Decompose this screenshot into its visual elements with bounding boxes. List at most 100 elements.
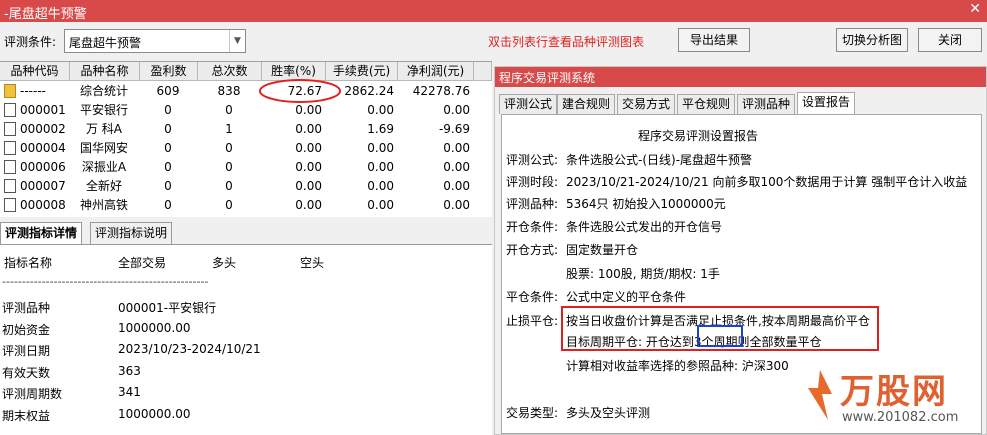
table-cell[interactable]: 万 科A [72, 120, 136, 139]
tab-formula[interactable]: 评测公式 [499, 94, 558, 114]
table-cell[interactable]: 0 [142, 101, 194, 120]
table-cell[interactable]: 838 [200, 82, 258, 101]
table-cell[interactable]: 0 [142, 177, 194, 196]
tab-symbols[interactable]: 评测品种 [737, 94, 796, 114]
result-table[interactable]: 品种代码 品种名称 盈利数 总次数 胜率(%) 手续费(元) 净利润(元) --… [0, 61, 492, 217]
column-header[interactable] [474, 62, 492, 81]
table-cell[interactable]: 国华网安 [72, 139, 136, 158]
metric-col-name: 指标名称 [4, 256, 53, 270]
table-cell[interactable]: 000002 [20, 120, 68, 139]
close-button[interactable]: 关闭 [918, 28, 982, 52]
logo-text: 万股网 [840, 372, 948, 412]
column-header[interactable]: 净利润(元) [398, 62, 474, 81]
table-cell[interactable]: 000004 [20, 139, 68, 158]
divider: ----------------------------------------… [2, 275, 209, 288]
highlight-blue-box [697, 325, 743, 347]
close-icon[interactable]: ✕ [969, 1, 981, 17]
table-cell[interactable]: 全新好 [72, 177, 136, 196]
report-text: 计算相对收益率选择的参照品种: 沪深300 [566, 359, 789, 373]
metric-name: 期末权益 [2, 408, 51, 423]
tab-close-rule[interactable]: 平仓规则 [677, 94, 736, 114]
table-cell[interactable]: 0 [142, 158, 194, 177]
table-cell[interactable]: 0.00 [264, 120, 322, 139]
metric-value: 363 [118, 363, 141, 378]
table-cell[interactable]: 神州高铁 [72, 196, 136, 215]
table-cell[interactable]: 0.00 [328, 158, 394, 177]
table-cell[interactable]: 0.00 [400, 196, 470, 215]
table-cell[interactable]: 0 [200, 101, 258, 120]
table-cell[interactable]: 平安银行 [72, 101, 136, 120]
report-label: 平仓条件: [506, 290, 559, 304]
column-header[interactable]: 总次数 [198, 62, 262, 81]
table-cell[interactable]: 0.00 [328, 196, 394, 215]
table-cell[interactable]: 0 [200, 196, 258, 215]
table-cell[interactable]: 1 [200, 120, 258, 139]
table-cell[interactable]: 0 [142, 139, 194, 158]
folder-icon [4, 84, 16, 98]
report-label: 交易类型: [506, 406, 559, 420]
metric-value: 1000000.00 [118, 320, 191, 335]
tab-metric-explain[interactable]: 评测指标说明 [90, 222, 173, 244]
tab-trade-mode[interactable]: 交易方式 [617, 94, 676, 114]
table-cell[interactable]: 0.00 [400, 158, 470, 177]
metric-value: 341 [118, 385, 141, 399]
metric-col-short: 空头 [300, 256, 325, 270]
report-label: 开仓方式: [506, 243, 559, 257]
document-icon [4, 122, 16, 136]
tab-report[interactable]: 设置报告 [797, 92, 856, 114]
table-cell[interactable]: ------ [20, 82, 68, 101]
report-text: 公式中定义的平仓条件 [566, 290, 687, 304]
table-cell[interactable]: 综合统计 [72, 82, 136, 101]
table-cell[interactable]: 0 [142, 196, 194, 215]
column-header[interactable]: 品种名称 [70, 62, 140, 81]
document-icon [4, 198, 16, 212]
tab-metric-detail[interactable]: 评测指标详情 [0, 222, 83, 244]
metric-name: 初始资金 [2, 322, 51, 337]
table-cell[interactable]: 0.00 [264, 158, 322, 177]
hint-text: 双击列表行查看品种评测图表 [488, 35, 645, 49]
report-label: 评测时段: [506, 175, 559, 189]
table-cell[interactable]: -9.69 [400, 120, 470, 139]
window-title: -尾盘超牛预警 [4, 7, 87, 22]
table-cell[interactable]: 000007 [20, 177, 68, 196]
table-cell[interactable]: 0 [200, 139, 258, 158]
document-icon [4, 160, 16, 174]
table-cell[interactable]: 0.00 [400, 101, 470, 120]
metric-name: 评测周期数 [2, 387, 63, 401]
dialog-title-bar: 程序交易评测系统 [495, 67, 986, 87]
table-cell[interactable]: 0 [200, 177, 258, 196]
table-cell[interactable]: 0.00 [264, 139, 322, 158]
table-cell[interactable]: 000006 [20, 158, 68, 177]
table-cell[interactable]: 609 [142, 82, 194, 101]
table-cell[interactable]: 0.00 [328, 139, 394, 158]
table-cell[interactable]: 0.00 [328, 177, 394, 196]
report-text: 条件选股公式发出的开仓信号 [566, 220, 723, 234]
condition-label: 评测条件: [4, 35, 57, 49]
chevron-down-icon[interactable]: ▼ [229, 30, 245, 52]
table-cell[interactable]: 42278.76 [400, 82, 470, 101]
table-cell[interactable]: 0 [142, 120, 194, 139]
table-cell[interactable]: 000008 [20, 196, 68, 215]
report-text: 2023/10/21-2024/10/21 向前多取100个数据用于计算 强制平… [566, 175, 968, 189]
logo-url: www.201082.com [842, 410, 959, 425]
report-label: 评测公式: [506, 153, 559, 167]
table-cell[interactable]: 0.00 [400, 177, 470, 196]
table-cell[interactable]: 0.00 [400, 139, 470, 158]
table-cell[interactable]: 0.00 [264, 177, 322, 196]
table-cell[interactable]: 1.69 [328, 120, 394, 139]
column-header[interactable]: 品种代码 [0, 62, 70, 81]
table-cell[interactable]: 000001 [20, 101, 68, 120]
table-cell[interactable]: 深振业A [72, 158, 136, 177]
metric-value: 000001-平安银行 [118, 301, 217, 315]
export-button[interactable]: 导出结果 [678, 28, 750, 52]
column-header[interactable]: 盈利数 [140, 62, 198, 81]
table-cell[interactable]: 0 [200, 158, 258, 177]
condition-value: 尾盘超牛预警 [69, 36, 142, 50]
logo-icon [808, 370, 832, 420]
metric-value: 2023/10/23-2024/10/21 [118, 342, 261, 356]
switch-chart-button[interactable]: 切换分析图 [836, 28, 908, 52]
tab-build-rule[interactable]: 建合规则 [557, 94, 616, 114]
condition-select[interactable]: 尾盘超牛预警 ▼ [64, 29, 246, 53]
table-cell[interactable]: 0.00 [264, 196, 322, 215]
metric-col-long: 多头 [212, 256, 237, 270]
